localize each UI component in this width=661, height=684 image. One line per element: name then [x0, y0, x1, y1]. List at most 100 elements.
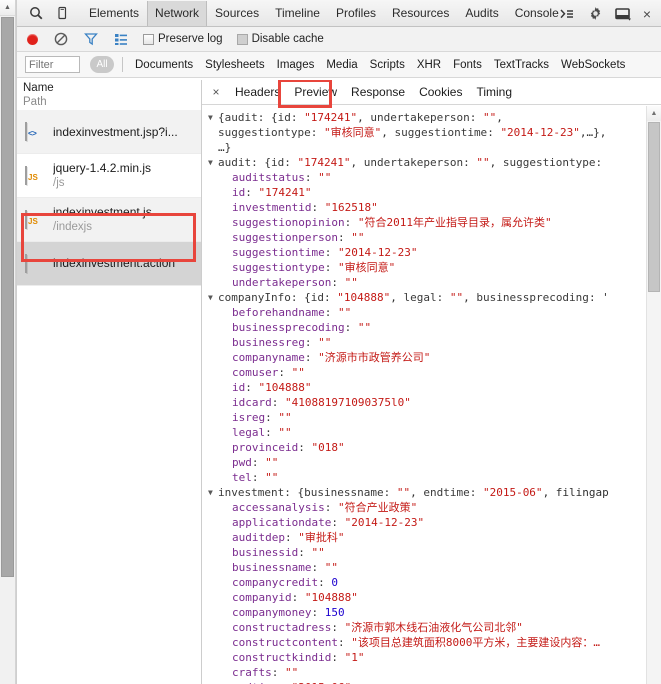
- request-list-header: Name Path: [17, 80, 201, 109]
- detail-tab-preview[interactable]: Preview: [287, 81, 344, 103]
- scroll-up-arrow-icon[interactable]: ▲: [647, 106, 661, 121]
- request-row-indexinvestment-js[interactable]: JS indexinvestment.js /indexjs: [17, 198, 201, 242]
- detail-tab-bar: × Headers Preview Response Cookies Timin…: [202, 80, 661, 108]
- panel-tab-profiles[interactable]: Profiles: [328, 1, 384, 26]
- json-preview-tree[interactable]: ▼ {audit: {id: "174241", undertakeperson:…: [202, 106, 661, 684]
- type-filter-texttracks[interactable]: TextTracks: [488, 59, 555, 71]
- panel-tab-resources[interactable]: Resources: [384, 1, 457, 26]
- scroll-up-arrow-icon[interactable]: ▲: [0, 0, 15, 16]
- panel-tab-audits[interactable]: Audits: [457, 1, 506, 26]
- filter-input[interactable]: [25, 56, 80, 73]
- detail-tab-headers[interactable]: Headers: [228, 81, 287, 103]
- json-field-suggestionopinion: suggestionopinion: "符合2011年产业指导目录，属允许类": [232, 216, 552, 229]
- type-filter-websockets[interactable]: WebSockets: [555, 59, 631, 71]
- json-field-comuser: comuser: "": [232, 366, 305, 379]
- detail-tab-cookies[interactable]: Cookies: [412, 81, 469, 103]
- json-field-crafts: crafts: "": [232, 666, 299, 679]
- request-row-text: indexinvestment.action: [53, 256, 175, 271]
- json-field-constructadress: constructadress: "济源市郭木线石油液化气公司北邻": [232, 621, 523, 634]
- panel-tab-sources[interactable]: Sources: [207, 1, 267, 26]
- preserve-log-checkbox[interactable]: Preserve log: [143, 33, 223, 45]
- json-field-undertakeperson: undertakeperson: "": [232, 276, 358, 289]
- type-filter-scripts[interactable]: Scripts: [364, 59, 411, 71]
- preview-scrollbar[interactable]: ▲: [646, 106, 661, 684]
- js-badge: JS: [28, 172, 38, 182]
- search-icon[interactable]: [23, 1, 49, 25]
- disclosure-triangle-icon[interactable]: ▼: [208, 290, 218, 305]
- json-root-summary-line: …}: [218, 141, 232, 154]
- console-drawer-icon[interactable]: [553, 2, 581, 26]
- checkbox-box[interactable]: [143, 33, 154, 45]
- disable-cache-label: Disable cache: [251, 33, 324, 45]
- preview-scrollbar-thumb[interactable]: [648, 122, 660, 292]
- request-row-text: indexinvestment.js /indexjs: [53, 205, 152, 234]
- type-filter-stylesheets[interactable]: Stylesheets: [199, 59, 270, 71]
- detail-tab-response[interactable]: Response: [344, 81, 412, 103]
- json-section-header-investment: ▼ investment: {businessname: "", endtime:…: [208, 485, 609, 500]
- disable-cache-checkbox[interactable]: Disable cache: [236, 33, 324, 45]
- request-row-text: jquery-1.4.2.min.js /js: [53, 161, 151, 190]
- type-filter-fonts[interactable]: Fonts: [447, 59, 488, 71]
- type-filter-xhr[interactable]: XHR: [411, 59, 447, 71]
- panel-tab-elements[interactable]: Elements: [81, 1, 147, 26]
- json-field-accessanalysis: accessanalysis: "符合产业政策": [232, 501, 418, 514]
- request-row-indexinvestment-jsp[interactable]: <> indexinvestment.jsp?i...: [17, 110, 201, 154]
- devtools-screenshot: ▲ Elements Network Sources Timeline Prof…: [0, 0, 661, 684]
- filter-bar: All Documents Stylesheets Images Media S…: [17, 52, 661, 78]
- json-section-header-audit: ▼ audit: {id: "174241", undertakeperson: …: [208, 155, 603, 170]
- json-field-businessname: businessname: "": [232, 561, 338, 574]
- request-path: /indexjs: [53, 221, 92, 233]
- json-section-header-companyInfo: ▼ companyInfo: {id: "104888", legal: "", …: [208, 290, 609, 305]
- close-detail-icon[interactable]: ×: [208, 86, 224, 98]
- view-large-rows-icon[interactable]: [113, 31, 129, 47]
- column-header-path[interactable]: Path: [23, 95, 201, 109]
- request-row-jquery[interactable]: JS jquery-1.4.2.min.js /js: [17, 154, 201, 198]
- request-name: indexinvestment.jsp?i...: [53, 124, 178, 139]
- js-badge: JS: [28, 216, 38, 226]
- page-scrollbar-thumb[interactable]: [1, 17, 14, 577]
- request-name: indexinvestment.js: [53, 205, 152, 219]
- panel-tab-timeline[interactable]: Timeline: [267, 1, 328, 26]
- column-header-name[interactable]: Name: [23, 81, 201, 95]
- json-field-suggestionperson: suggestionperson: "": [232, 231, 365, 244]
- device-toggle-icon[interactable]: [49, 1, 75, 25]
- request-name: indexinvestment.action: [53, 256, 176, 270]
- detail-tab-timing[interactable]: Timing: [469, 81, 519, 103]
- json-field-companymoney: companymoney: 150: [232, 606, 345, 619]
- disclosure-triangle-icon[interactable]: ▼: [208, 155, 218, 170]
- disclosure-triangle-icon[interactable]: ▼: [208, 485, 218, 500]
- type-filter-images[interactable]: Images: [271, 59, 321, 71]
- request-row-indexinvestment-action[interactable]: indexinvestment.action: [17, 242, 201, 286]
- json-field-legal: legal: "": [232, 426, 292, 439]
- json-field-companyid: companyid: "104888": [232, 591, 358, 604]
- json-field-pwd: pwd: "": [232, 456, 279, 469]
- json-field-applicationdate: applicationdate: "2014-12-23": [232, 516, 425, 529]
- json-field-businessid: businessid: "": [232, 546, 325, 559]
- filter-icon[interactable]: [83, 31, 99, 47]
- close-icon[interactable]: ×: [637, 7, 657, 21]
- disclosure-triangle-icon[interactable]: ▼: [208, 110, 218, 125]
- json-root-summary-line: ▼ {audit: {id: "174241", undertakeperson:…: [208, 110, 503, 125]
- checkbox-box[interactable]: [236, 33, 248, 45]
- request-detail-pane: × Headers Preview Response Cookies Timin…: [202, 80, 661, 684]
- type-filter-documents[interactable]: Documents: [129, 59, 199, 71]
- request-list-pane: Name Path <> indexinvestment.jsp?i... JS…: [17, 80, 202, 684]
- js-file-icon: JS: [25, 165, 53, 185]
- panel-tab-network[interactable]: Network: [147, 0, 208, 26]
- js-file-icon: JS: [25, 209, 53, 229]
- page-scrollbar[interactable]: ▲: [0, 0, 16, 684]
- type-filter-media[interactable]: Media: [320, 59, 363, 71]
- json-field-companyname: companyname: "济源市市政管养公司": [232, 351, 431, 364]
- html-badge: <>: [28, 128, 37, 138]
- type-filter-all[interactable]: All: [90, 56, 114, 73]
- request-row-text: indexinvestment.jsp?i...: [53, 123, 178, 141]
- blank-file-icon: [25, 253, 53, 273]
- record-button[interactable]: [27, 33, 38, 45]
- dock-icon[interactable]: [609, 2, 637, 26]
- divider: [122, 57, 123, 72]
- gear-icon[interactable]: [581, 2, 609, 26]
- json-field-provinceid: provinceid: "018": [232, 441, 345, 454]
- clear-button[interactable]: [53, 31, 69, 47]
- request-name: jquery-1.4.2.min.js: [53, 161, 152, 175]
- json-field-constructkindid: constructkindid: "1": [232, 651, 365, 664]
